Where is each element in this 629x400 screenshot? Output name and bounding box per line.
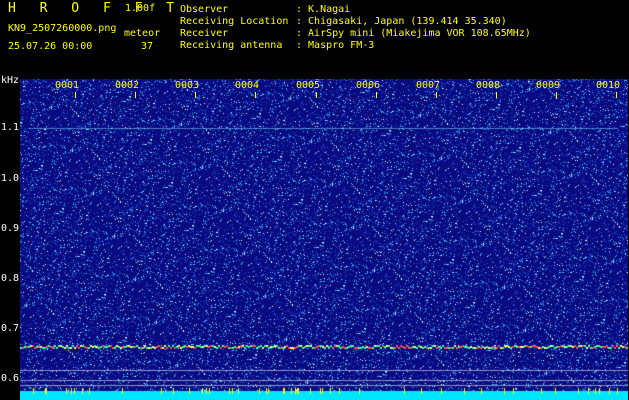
brand-title: H R O F F T <box>8 1 183 16</box>
xtick-mark <box>496 92 497 98</box>
info-value-antenna: : Maspro FM-3 <box>296 40 375 51</box>
xtick-label: 0006 <box>356 80 381 91</box>
waterfall-canvas <box>20 79 628 400</box>
xtick-label: 0005 <box>296 80 321 91</box>
ytick-label: 0.7 <box>1 323 20 334</box>
xtick-label: 0008 <box>476 80 501 91</box>
spectrogram-screen: H R O F F T 1.00f KN9_2507260000.png met… <box>0 0 629 400</box>
xtick-label: 0002 <box>115 80 140 91</box>
xtick-mark <box>255 92 256 98</box>
xtick-mark <box>616 92 617 98</box>
timestamp-label: 25.07.26 00:00 <box>8 41 93 52</box>
ytick-label: 1.1 <box>1 122 20 133</box>
xtick-label: 0007 <box>416 80 441 91</box>
xtick-label: 0001 <box>55 80 80 91</box>
mode-label: meteor <box>124 28 161 39</box>
xtick-mark <box>195 92 196 98</box>
count-label: 37 <box>141 41 154 52</box>
yaxis-unit: kHz <box>1 75 20 86</box>
xtick-mark <box>75 92 76 98</box>
filename-label: KN9_2507260000.png <box>8 23 117 34</box>
info-value-location: : Chigasaki, Japan (139.414 35.340) <box>296 16 507 27</box>
info-label-receiver: Receiver <box>180 28 229 39</box>
info-label-observer: Observer <box>180 4 229 15</box>
ytick-label: 0.9 <box>1 223 20 234</box>
info-value-observer: : K.Nagai <box>296 4 351 15</box>
xtick-label: 0010 <box>596 80 621 91</box>
xtick-mark <box>316 92 317 98</box>
xtick-mark <box>376 92 377 98</box>
version-label: 1.00f <box>125 3 156 14</box>
ytick-label: 1.0 <box>1 173 20 184</box>
xtick-mark <box>556 92 557 98</box>
xtick-mark <box>436 92 437 98</box>
xtick-label: 0003 <box>175 80 200 91</box>
info-value-receiver: : AirSpy mini (Miakejima VOR 108.65MHz) <box>296 28 531 39</box>
ytick-label: 0.6 <box>1 373 20 384</box>
xtick-label: 0004 <box>235 80 260 91</box>
waterfall-plot <box>20 79 628 400</box>
xtick-mark <box>135 92 136 98</box>
info-label-location: Receiving Location <box>180 16 289 27</box>
ytick-label: 0.8 <box>1 273 20 284</box>
info-label-antenna: Receiving antenna <box>180 40 283 51</box>
xtick-label: 0009 <box>536 80 561 91</box>
